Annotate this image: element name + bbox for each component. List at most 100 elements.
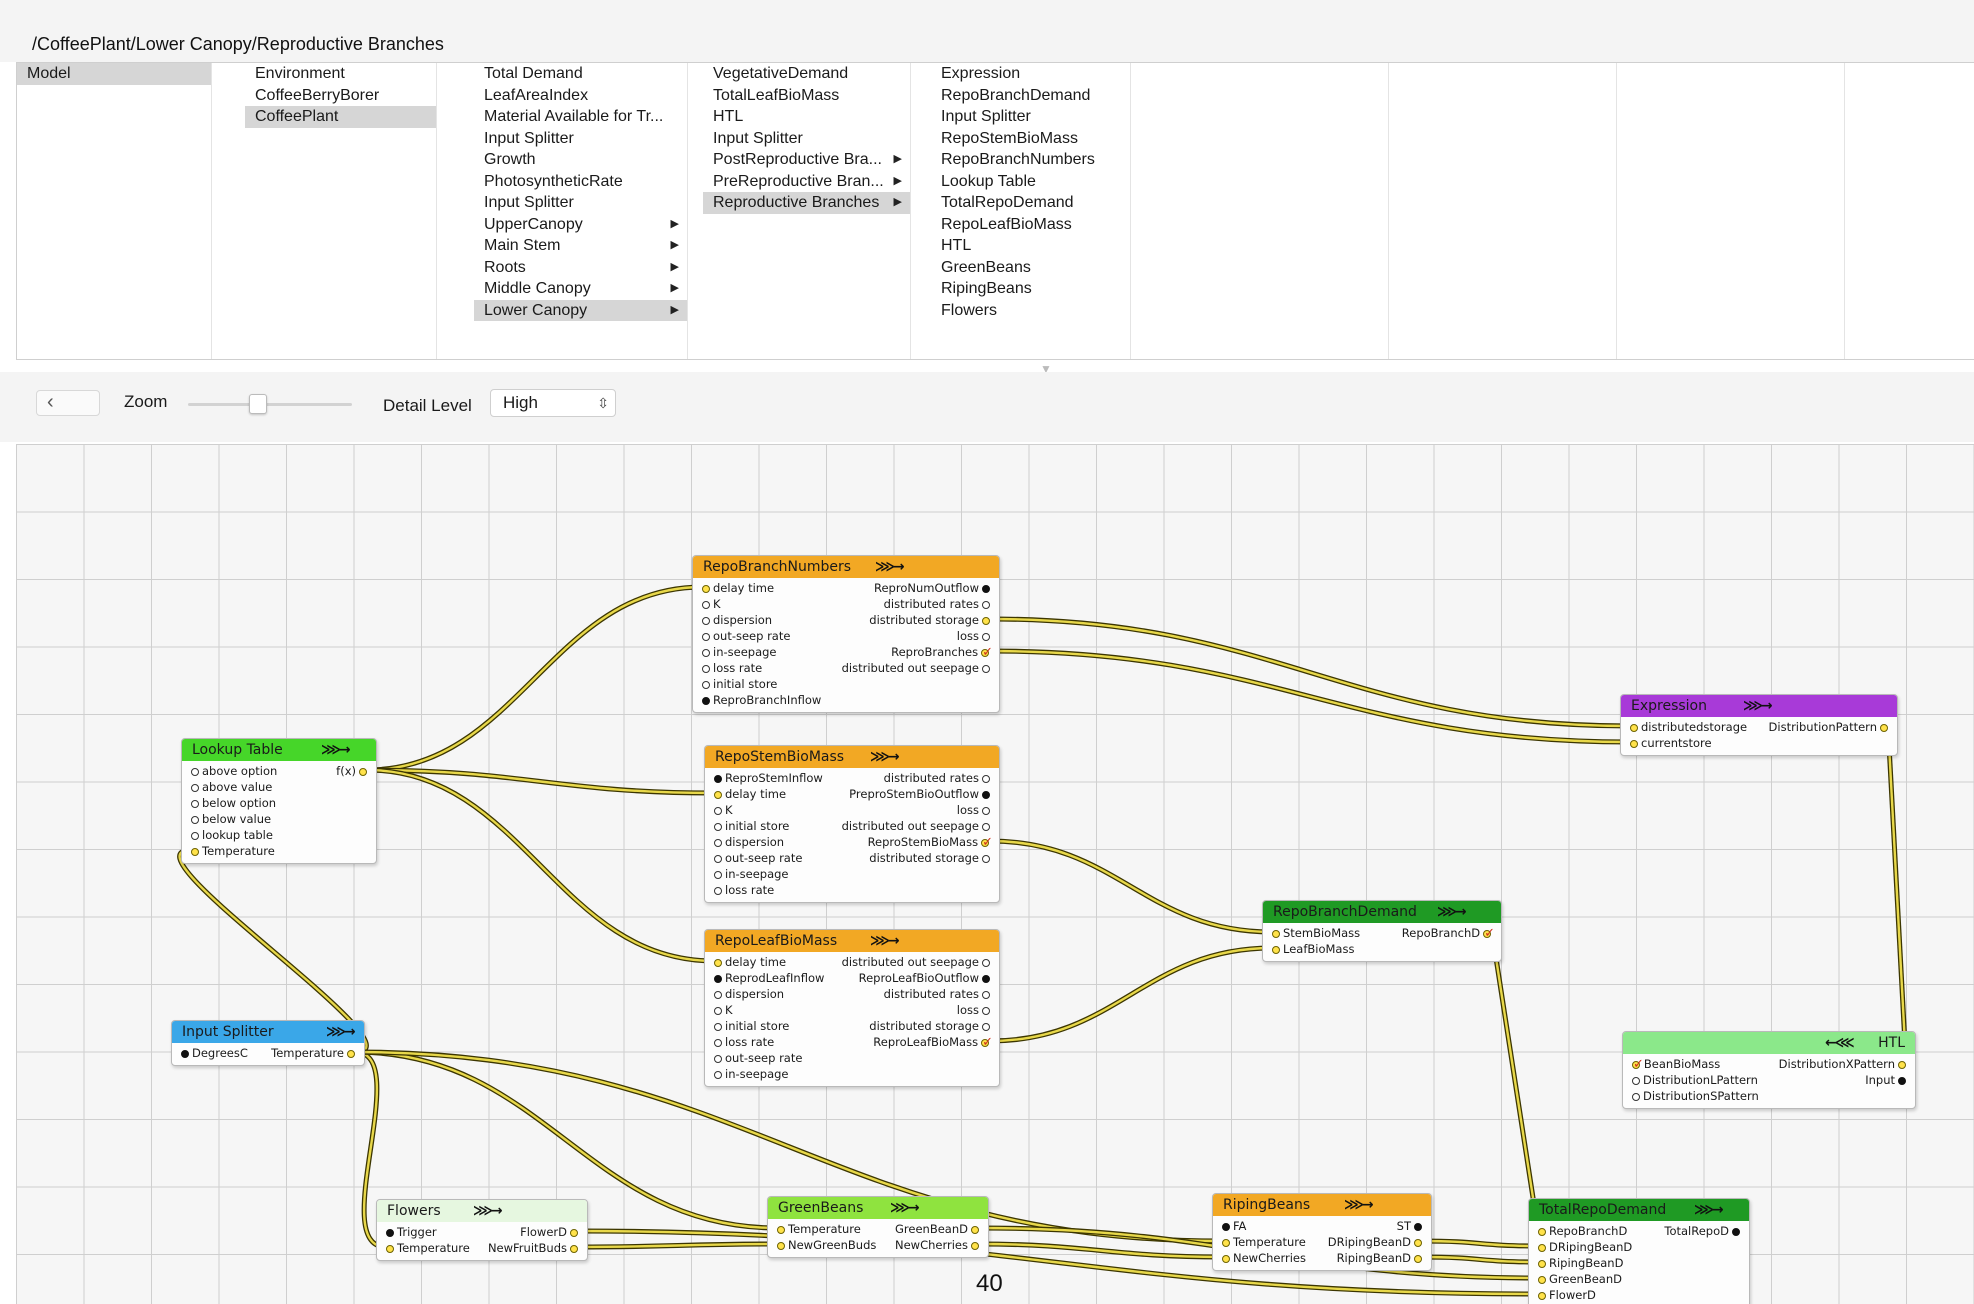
output-port[interactable]: RepoBranchD ✓ <box>1402 925 1495 942</box>
port-dot-icon[interactable] <box>702 665 710 673</box>
input-port[interactable]: loss rate <box>699 660 762 676</box>
browser-item[interactable]: Input Splitter <box>703 128 910 150</box>
node-inputsplitter[interactable]: Input Splitter ⋙→ DegreesC Temperature <box>171 1020 365 1066</box>
browser-item[interactable]: Input Splitter <box>931 106 1130 128</box>
browser-item[interactable]: RepoBranchNumbers <box>931 149 1130 171</box>
output-port[interactable]: NewFruitBuds <box>488 1240 581 1256</box>
port-dot-icon[interactable] <box>1630 740 1638 748</box>
browser-item[interactable]: RepoBranchDemand <box>931 85 1130 107</box>
browser-item[interactable]: GreenBeans <box>931 257 1130 279</box>
port-dot-icon[interactable] <box>714 775 722 783</box>
port-dot-icon[interactable] <box>1414 1239 1422 1247</box>
input-port[interactable]: FlowerD <box>1535 1287 1596 1303</box>
port-dot-icon[interactable] <box>191 832 199 840</box>
browser-item[interactable]: Growth <box>474 149 687 171</box>
port-dot-icon[interactable] <box>181 1050 189 1058</box>
input-port[interactable]: ReproStemInflow <box>711 770 823 786</box>
port-dot-icon[interactable] <box>714 959 722 967</box>
output-port[interactable]: NewCherries <box>895 1237 982 1253</box>
port-dot-icon[interactable] <box>1414 1223 1422 1231</box>
browser-item[interactable]: Flowers <box>931 300 1130 322</box>
port-dot-icon[interactable] <box>714 855 722 863</box>
browser-item[interactable]: Middle Canopy ▶ <box>474 278 687 300</box>
port-dot-icon[interactable] <box>1414 1255 1422 1263</box>
port-dot-icon[interactable] <box>386 1229 394 1237</box>
node-htl[interactable]: HTL ←⋘ ✓BeanBioMass DistributionXPattern Dis… <box>1622 1031 1916 1109</box>
zoom-slider-thumb[interactable] <box>249 394 267 414</box>
node-header[interactable]: RepoBranchNumbers ⋙→ <box>693 556 999 578</box>
port-dot-icon[interactable] <box>1272 930 1280 938</box>
output-port[interactable]: distributed storage <box>869 1018 993 1034</box>
output-port[interactable]: loss <box>957 628 993 644</box>
port-dot-icon[interactable] <box>347 1050 355 1058</box>
input-port[interactable]: FA <box>1219 1218 1246 1234</box>
output-port[interactable]: distributed storage <box>869 612 993 628</box>
port-dot-icon[interactable] <box>386 1245 394 1253</box>
port-dot-icon[interactable] <box>714 807 722 815</box>
output-port[interactable]: GreenBeanD <box>895 1221 982 1237</box>
browser-item[interactable]: PhotosyntheticRate <box>474 171 687 193</box>
input-port[interactable]: currentstore <box>1627 735 1712 751</box>
browser-item[interactable]: CoffeePlant <box>245 106 436 128</box>
port-dot-icon[interactable] <box>982 775 990 783</box>
port-dot-icon[interactable] <box>702 681 710 689</box>
output-port[interactable]: distributed storage <box>869 850 993 866</box>
wire[interactable] <box>1886 725 1908 1064</box>
input-port[interactable]: distributedstorage <box>1627 719 1747 735</box>
input-port[interactable]: NewGreenBuds <box>774 1237 876 1253</box>
browser-item[interactable]: HTL <box>703 106 910 128</box>
output-port[interactable]: FlowerD <box>520 1224 581 1240</box>
port-dot-icon[interactable] <box>1632 1093 1640 1101</box>
input-port[interactable]: loss rate <box>711 882 774 898</box>
input-port[interactable]: Temperature <box>774 1221 861 1237</box>
input-port[interactable]: out-seep rate <box>711 1050 802 1066</box>
port-dot-icon[interactable] <box>1222 1255 1230 1263</box>
port-dot-icon[interactable] <box>1630 724 1638 732</box>
port-dot-icon[interactable] <box>702 649 710 657</box>
port-dot-icon[interactable] <box>982 959 990 967</box>
wire[interactable] <box>366 585 703 772</box>
input-port[interactable]: above option <box>188 763 277 779</box>
port-dot-icon[interactable] <box>982 975 990 983</box>
input-port[interactable]: RipingBeanD <box>1535 1255 1623 1271</box>
wire[interactable] <box>989 946 1273 1043</box>
input-port[interactable]: DegreesC <box>178 1045 248 1061</box>
node-header[interactable]: Flowers ⋙→ <box>377 1200 587 1222</box>
input-port[interactable]: K <box>711 802 733 818</box>
input-port[interactable]: delay time <box>711 954 786 970</box>
port-dot-icon[interactable] <box>982 855 990 863</box>
port-dot-icon[interactable] <box>982 823 990 831</box>
input-port[interactable]: Trigger <box>383 1224 437 1240</box>
node-ripingbeans[interactable]: RipingBeans ⋙→ FA ST Temperature DRipingBeanD… <box>1212 1193 1432 1271</box>
port-dot-icon[interactable] <box>1898 1061 1906 1069</box>
wire[interactable] <box>989 617 1631 728</box>
port-dot-icon[interactable] <box>714 1023 722 1031</box>
node-header[interactable]: RipingBeans ⋙→ <box>1213 1194 1431 1216</box>
port-dot-icon[interactable] <box>714 871 722 879</box>
input-port[interactable]: delay time <box>699 580 774 596</box>
wire[interactable] <box>989 839 1273 934</box>
model-canvas[interactable]: RepoBranchNumbers ⋙→ delay time ReproNumOut… <box>16 444 1974 1304</box>
node-header[interactable]: RepoBranchDemand ⋙→ <box>1263 901 1501 923</box>
output-port[interactable]: Input <box>1865 1072 1909 1088</box>
input-port[interactable]: Temperature <box>188 843 275 859</box>
browser-item[interactable]: UpperCanopy ▶ <box>474 214 687 236</box>
detail-level-select[interactable]: High ⇳ <box>490 389 616 417</box>
output-port[interactable]: loss <box>957 1002 993 1018</box>
port-dot-icon[interactable] <box>1538 1244 1546 1252</box>
node-repobranchnumbers[interactable]: RepoBranchNumbers ⋙→ delay time ReproNumOut… <box>692 555 1000 713</box>
browser-item[interactable]: PostReproductive Bra... ▶ <box>703 149 910 171</box>
output-port[interactable]: distributed out seepage <box>842 818 993 834</box>
output-port[interactable]: DRipingBeanD <box>1328 1234 1425 1250</box>
port-dot-icon[interactable] <box>777 1242 785 1250</box>
port-dot-icon[interactable] <box>982 633 990 641</box>
output-port[interactable]: distributed rates <box>884 596 993 612</box>
port-dot-icon[interactable] <box>191 800 199 808</box>
browser-item[interactable]: Roots ▶ <box>474 257 687 279</box>
port-dot-icon[interactable] <box>982 601 990 609</box>
wire[interactable] <box>989 649 1631 744</box>
node-header[interactable]: RepoStemBioMass ⋙→ <box>705 746 999 768</box>
output-port[interactable]: distributed rates <box>884 986 993 1002</box>
browser-item[interactable]: TotalLeafBioMass <box>703 85 910 107</box>
wire[interactable] <box>1490 931 1540 1231</box>
